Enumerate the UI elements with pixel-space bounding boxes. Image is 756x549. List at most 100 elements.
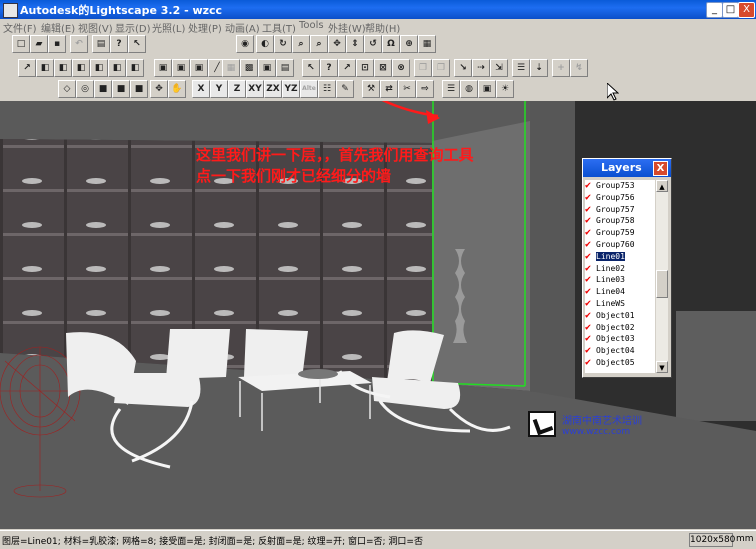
layer-row[interactable]: ✔ Group759 xyxy=(585,227,655,239)
move-icon[interactable]: ✥ xyxy=(150,80,168,98)
print-icon[interactable]: ▤ xyxy=(92,35,110,53)
layer-visible-check-icon[interactable]: ✔ xyxy=(585,251,596,263)
zoom-window-icon[interactable]: ⌕ xyxy=(292,35,310,53)
tool-icon[interactable]: ✂ xyxy=(398,80,416,98)
add-icon[interactable]: + xyxy=(552,59,570,77)
rotate-icon[interactable]: ↺ xyxy=(364,35,382,53)
menu-light[interactable]: 光照(L) xyxy=(152,20,185,35)
add-icon[interactable]: ↯ xyxy=(570,59,588,77)
layer-visible-check-icon[interactable]: ✔ xyxy=(585,310,596,322)
select-icon[interactable]: ⊗ xyxy=(392,59,410,77)
layers-icon[interactable]: ☰ xyxy=(442,80,460,98)
context-help-icon[interactable]: ↖ xyxy=(128,35,146,53)
layer-row[interactable]: ✔ Object01 xyxy=(585,310,655,322)
list-icon[interactable]: ☷ xyxy=(318,80,336,98)
tool-icon[interactable]: ⚒ xyxy=(362,80,380,98)
app-icon[interactable] xyxy=(3,3,18,18)
texture-cube-icon[interactable]: ■ xyxy=(130,80,148,98)
globe-icon[interactable]: ◍ xyxy=(460,80,478,98)
select-icon[interactable]: ⊠ xyxy=(374,59,392,77)
menu-tools[interactable]: Tools xyxy=(299,20,324,31)
layer-row[interactable]: ✔ Group757 xyxy=(585,204,655,216)
layer-row[interactable]: ✔ Line04 xyxy=(585,286,655,298)
cube-icon[interactable]: ◧ xyxy=(54,59,72,77)
query-tool-icon[interactable]: ? xyxy=(320,59,338,77)
wireframe-icon[interactable]: ◇ xyxy=(58,80,76,98)
list-icon[interactable]: ☰ xyxy=(512,59,530,77)
layer-row[interactable]: ✔ Object03 xyxy=(585,333,655,345)
layer-row[interactable]: ✔ Group756 xyxy=(585,192,655,204)
menu-animation[interactable]: 动画(A) xyxy=(225,20,260,35)
orbit-icon[interactable]: ↻ xyxy=(274,35,292,53)
layer-visible-check-icon[interactable]: ✔ xyxy=(585,286,596,298)
layer-row[interactable]: ✔ Group760 xyxy=(585,239,655,251)
transform-icon[interactable]: ⇲ xyxy=(490,59,508,77)
shaded-cube-icon[interactable]: ■ xyxy=(94,80,112,98)
axis-z-button[interactable]: Z xyxy=(228,80,246,98)
tool-icon[interactable]: ⇨ xyxy=(416,80,434,98)
surface-icon[interactable]: ▣ xyxy=(154,59,172,77)
layer-visible-check-icon[interactable]: ✔ xyxy=(585,333,596,345)
layers-list[interactable]: ✔ Group753 ✔ Group756 ✔ Group757 ✔ Group758 ✔ Gro… xyxy=(585,180,655,373)
layer-visible-check-icon[interactable]: ✔ xyxy=(585,298,596,310)
menu-file[interactable]: 文件(F) xyxy=(3,20,37,35)
menu-edit[interactable]: 编辑(E) xyxy=(41,20,75,35)
roll-icon[interactable]: Ω xyxy=(382,35,400,53)
help-icon[interactable]: ? xyxy=(110,35,128,53)
material-icon[interactable]: ▣ xyxy=(478,80,496,98)
transform-icon[interactable]: ⇢ xyxy=(472,59,490,77)
close-button[interactable]: X xyxy=(738,2,755,18)
zoom-extents-icon[interactable]: ⊕ xyxy=(400,35,418,53)
layer-row[interactable]: ✔ Object05 xyxy=(585,357,655,369)
light-icon[interactable]: ☀ xyxy=(496,80,514,98)
layer-visible-check-icon[interactable]: ✔ xyxy=(585,204,596,216)
layer-visible-check-icon[interactable]: ✔ xyxy=(585,192,596,204)
minimize-button[interactable]: _ xyxy=(706,2,723,18)
layer-row[interactable]: ✔ Line02 xyxy=(585,263,655,275)
menu-process[interactable]: 处理(P) xyxy=(188,20,222,35)
axis-alt-button[interactable]: Alte xyxy=(300,80,318,98)
surface-icon[interactable]: ▣ xyxy=(172,59,190,77)
layers-close-button[interactable]: X xyxy=(653,161,668,176)
layer-visible-check-icon[interactable]: ✔ xyxy=(585,215,596,227)
axis-y-button[interactable]: Y xyxy=(210,80,228,98)
layer-row[interactable]: ✔ Object02 xyxy=(585,322,655,334)
new-file-icon[interactable]: □ xyxy=(12,35,30,53)
save-icon[interactable]: ▪ xyxy=(48,35,66,53)
layer-row[interactable]: ✔ Group758 xyxy=(585,215,655,227)
layer-visible-check-icon[interactable]: ✔ xyxy=(585,322,596,334)
menu-plugins[interactable]: 外挂(W) xyxy=(328,20,366,35)
undo-icon[interactable]: ↶ xyxy=(70,35,88,53)
list-icon[interactable]: ⇣ xyxy=(530,59,548,77)
layer-visible-check-icon[interactable]: ✔ xyxy=(585,239,596,251)
cube-icon[interactable]: ◧ xyxy=(108,59,126,77)
cube-icon[interactable]: ◧ xyxy=(90,59,108,77)
scroll-up-icon[interactable]: ▲ xyxy=(656,180,668,192)
select-arrow-icon[interactable]: ↗ xyxy=(18,59,36,77)
axis-yz-button[interactable]: YZ xyxy=(282,80,300,98)
axis-zx-button[interactable]: ZX xyxy=(264,80,282,98)
brush-icon[interactable]: ✎ xyxy=(336,80,354,98)
menu-tools-cn[interactable]: 工具(T) xyxy=(262,20,296,35)
cube-icon[interactable]: ◧ xyxy=(36,59,54,77)
surface-icon[interactable]: ▣ xyxy=(190,59,208,77)
layer-visible-check-icon[interactable]: ✔ xyxy=(585,263,596,275)
layer-row[interactable]: ✔ Group753 xyxy=(585,180,655,192)
render-view-icon[interactable]: ▦ xyxy=(418,35,436,53)
cube-icon[interactable]: ◧ xyxy=(126,59,144,77)
axis-x-button[interactable]: X xyxy=(192,80,210,98)
pointer-icon[interactable]: ↖ xyxy=(302,59,320,77)
menu-help[interactable]: 帮助(H) xyxy=(365,20,400,35)
layer-visible-check-icon[interactable]: ✔ xyxy=(585,345,596,357)
scroll-down-icon[interactable]: ▼ xyxy=(656,361,668,373)
cube-icon[interactable]: ◧ xyxy=(72,59,90,77)
mesh-icon[interactable]: ▩ xyxy=(240,59,258,77)
layer-row[interactable]: ✔ Line03 xyxy=(585,274,655,286)
mesh-icon[interactable]: ▣ xyxy=(258,59,276,77)
select-icon[interactable]: ↗ xyxy=(338,59,356,77)
layers-scrollbar[interactable]: ▲ ▼ xyxy=(656,180,668,373)
open-folder-icon[interactable]: ▰ xyxy=(30,35,48,53)
copy-icon[interactable]: ❐ xyxy=(432,59,450,77)
transform-icon[interactable]: ↘ xyxy=(454,59,472,77)
copy-icon[interactable]: ❐ xyxy=(414,59,432,77)
